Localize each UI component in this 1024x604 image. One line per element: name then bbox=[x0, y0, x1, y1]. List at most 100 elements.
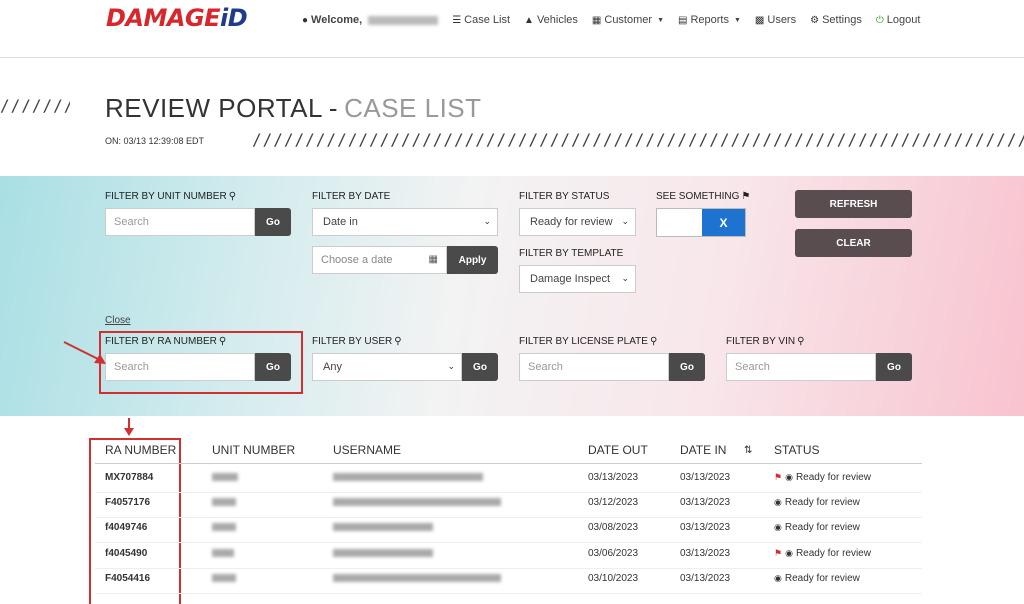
eye-icon[interactable]: ◉ bbox=[774, 522, 782, 533]
ra-number-link[interactable]: f4049746 bbox=[105, 522, 147, 533]
unit-number-blurred bbox=[212, 548, 234, 559]
table-row-divider bbox=[95, 542, 922, 543]
date-type-select[interactable]: Date in ⌄ bbox=[312, 208, 498, 236]
filter-license-plate-label-text: FILTER BY LICENSE PLATE bbox=[519, 336, 648, 347]
nav-logout[interactable]: ⏻ Logout bbox=[876, 14, 921, 26]
toggle-x-button[interactable]: X bbox=[702, 209, 745, 236]
date-in-cell: 03/13/2023 bbox=[680, 573, 731, 584]
welcome-label: Welcome, bbox=[311, 14, 363, 26]
blurred-text bbox=[333, 498, 501, 507]
date-in-cell: 03/13/2023 bbox=[680, 522, 731, 533]
last-updated-timestamp: ON: 03/13 12:39:08 EDT bbox=[105, 136, 205, 146]
status-cell: ◉ Ready for review bbox=[774, 573, 860, 584]
unit-number-blurred bbox=[212, 472, 238, 483]
filter-license-plate-label: FILTER BY LICENSE PLATE ⚲ bbox=[519, 336, 657, 347]
top-navbar: DAMAGEiD ● Welcome, ☰ Case List ▲ Vehicl… bbox=[0, 0, 1024, 58]
annotation-down-arrow-icon bbox=[124, 418, 134, 436]
table-row-divider bbox=[95, 593, 922, 594]
chevron-down-icon: ⌄ bbox=[621, 273, 629, 283]
license-plate-search-input[interactable]: Search bbox=[519, 353, 669, 381]
road-icon: ▲ bbox=[524, 14, 534, 26]
see-something-label-text: SEE SOMETHING bbox=[656, 191, 740, 202]
date-picker-input[interactable]: Choose a date ▦ bbox=[312, 246, 447, 274]
status-text: Ready for review bbox=[784, 573, 860, 584]
nav-case-list[interactable]: ☰ Case List bbox=[452, 14, 510, 26]
date-type-selected: Date in bbox=[323, 216, 358, 228]
table-row-divider bbox=[95, 517, 922, 518]
welcome-user[interactable]: ● Welcome, bbox=[302, 14, 439, 26]
status-text: Ready for review bbox=[795, 548, 871, 559]
nav-settings[interactable]: ⚙ Settings bbox=[810, 14, 862, 26]
column-header-status[interactable]: STATUS bbox=[774, 443, 820, 457]
blurred-text bbox=[333, 473, 483, 482]
ra-number-link[interactable]: MX707884 bbox=[105, 472, 153, 483]
damageid-logo[interactable]: DAMAGEiD bbox=[106, 4, 248, 32]
annotation-highlight-ra-filter bbox=[99, 331, 303, 394]
annotation-arrow-line bbox=[63, 341, 101, 361]
column-header-unit-number[interactable]: UNIT NUMBER bbox=[212, 443, 295, 457]
eye-icon[interactable]: ◉ bbox=[774, 573, 782, 584]
filter-user-label: FILTER BY USER ⚲ bbox=[312, 336, 402, 347]
nav-case-list-label: Case List bbox=[464, 14, 511, 26]
unit-number-blurred bbox=[212, 522, 236, 533]
eye-icon[interactable]: ◉ bbox=[785, 472, 793, 483]
blurred-text bbox=[333, 549, 433, 558]
eye-icon[interactable]: ◉ bbox=[774, 497, 782, 508]
eye-icon[interactable]: ◉ bbox=[785, 548, 793, 559]
column-header-date-in[interactable]: DATE IN bbox=[680, 443, 726, 457]
filter-vin-label-text: FILTER BY VIN bbox=[726, 336, 796, 347]
search-icon: ⚲ bbox=[649, 336, 658, 347]
vin-search-input[interactable]: Search bbox=[726, 353, 876, 381]
decorative-hatch-left: /////// bbox=[0, 96, 70, 115]
vin-go-button[interactable]: Go bbox=[876, 353, 912, 381]
annotation-down-arrowhead bbox=[124, 428, 134, 436]
date-out-cell: 03/06/2023 bbox=[588, 548, 639, 559]
see-something-label: SEE SOMETHING ⚑ bbox=[656, 191, 750, 202]
refresh-button[interactable]: REFRESH bbox=[795, 190, 912, 218]
template-select[interactable]: Damage Inspect ⌄ bbox=[519, 265, 636, 293]
unit-number-blurred bbox=[212, 497, 236, 508]
unit-number-go-button[interactable]: Go bbox=[255, 208, 291, 236]
nav-reports[interactable]: ▤ Reports ▼ bbox=[678, 14, 741, 26]
username-blurred bbox=[368, 15, 439, 25]
page-title-main: REVIEW PORTAL bbox=[105, 93, 323, 123]
status-text: Ready for review bbox=[784, 497, 860, 508]
sort-icon[interactable]: ⇅ bbox=[744, 445, 752, 456]
clear-button[interactable]: CLEAR bbox=[795, 229, 912, 257]
license-plate-go-button[interactable]: Go bbox=[669, 353, 705, 381]
column-header-username[interactable]: USERNAME bbox=[333, 443, 401, 457]
building-icon: ▦ bbox=[591, 14, 602, 26]
calendar-icon: ▦ bbox=[428, 254, 438, 265]
nav-customer[interactable]: ▦ Customer ▼ bbox=[592, 14, 664, 26]
status-select[interactable]: Ready for review ⌄ bbox=[519, 208, 636, 236]
unit-number-search-input[interactable]: Search bbox=[105, 208, 255, 236]
blurred-text bbox=[333, 574, 501, 583]
power-icon: ⏻ bbox=[875, 14, 884, 26]
filter-status-label: FILTER BY STATUS bbox=[519, 191, 610, 202]
column-header-date-out[interactable]: DATE OUT bbox=[588, 443, 648, 457]
nav-reports-label: Reports bbox=[690, 14, 729, 26]
status-text: Ready for review bbox=[795, 472, 871, 483]
blurred-text bbox=[212, 473, 238, 482]
users-icon: ▩ bbox=[754, 14, 765, 26]
column-header-ra-number[interactable]: RA NUMBER bbox=[105, 443, 176, 457]
date-apply-button[interactable]: Apply bbox=[447, 246, 498, 274]
blurred-text bbox=[212, 549, 234, 558]
gear-icon: ⚙ bbox=[810, 14, 820, 26]
user-select[interactable]: Any ⌄ bbox=[312, 353, 462, 381]
ra-number-link[interactable]: F4054416 bbox=[105, 573, 150, 584]
see-something-toggle[interactable]: X bbox=[656, 208, 746, 237]
blurred-text bbox=[333, 523, 433, 532]
nav-vehicles[interactable]: ▲ Vehicles bbox=[524, 14, 578, 26]
nav-users[interactable]: ▩ Users bbox=[755, 14, 796, 26]
ra-number-link[interactable]: f4045490 bbox=[105, 548, 147, 559]
search-icon: ⚲ bbox=[394, 336, 402, 347]
reports-icon: ▤ bbox=[678, 14, 688, 26]
chevron-down-icon: ⌄ bbox=[621, 216, 629, 226]
template-selected: Damage Inspect bbox=[530, 273, 611, 285]
close-filters-link[interactable]: Close bbox=[105, 315, 131, 326]
table-row-divider bbox=[95, 492, 922, 493]
user-go-button[interactable]: Go bbox=[462, 353, 498, 381]
date-out-cell: 03/12/2023 bbox=[588, 497, 639, 508]
ra-number-link[interactable]: F4057176 bbox=[105, 497, 150, 508]
